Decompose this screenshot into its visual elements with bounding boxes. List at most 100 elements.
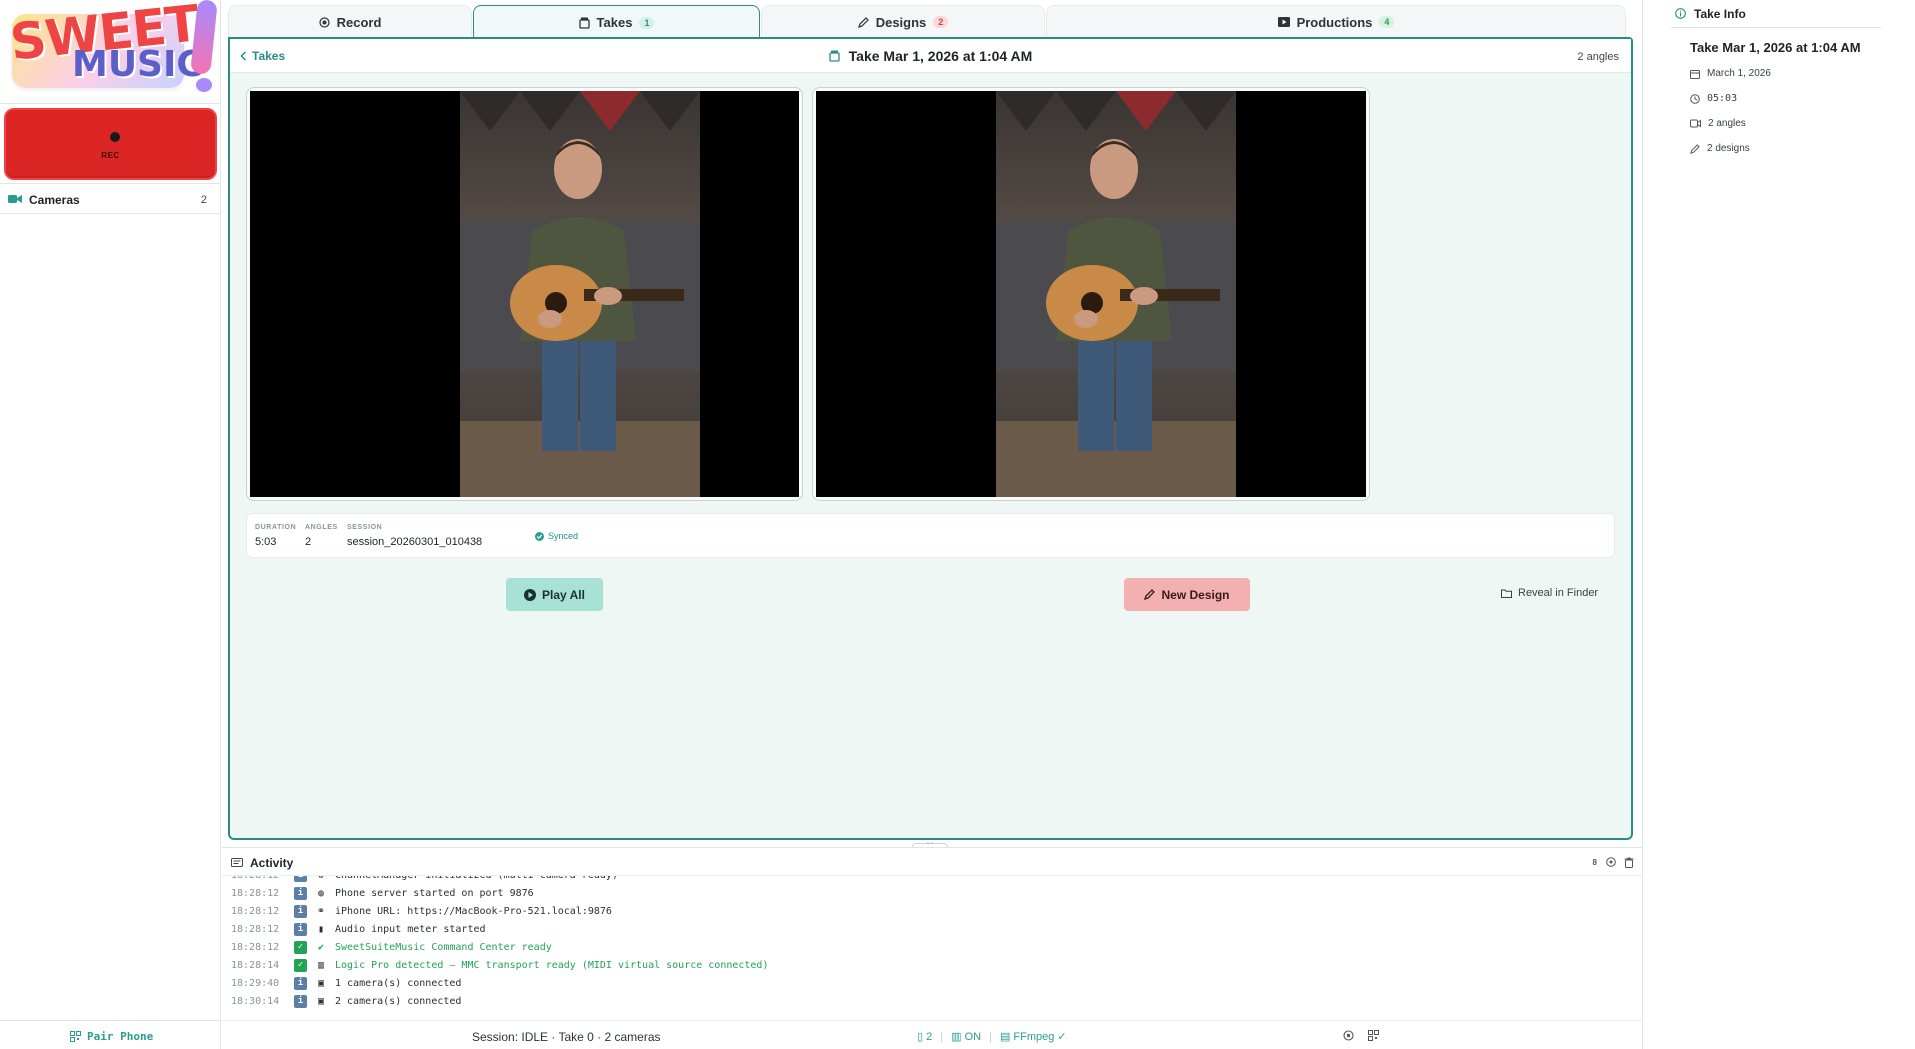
tab-designs-label: Designs — [875, 14, 927, 30]
sync-status: Synced — [535, 531, 578, 541]
session-meta: SESSION session_20260301_010438 — [347, 524, 482, 548]
mic-icon: ▮ — [317, 923, 325, 935]
tab-productions[interactable]: Productions 4 — [1046, 5, 1626, 38]
take-info-header: Take Info — [1671, 0, 1881, 28]
angles-meta: ANGLES 2 — [305, 524, 338, 548]
new-design-button[interactable]: New Design — [1124, 578, 1250, 611]
log-message: ChannelManager initialized (multi-camera… — [335, 876, 618, 881]
tab-takes-label: Takes — [596, 15, 633, 30]
log-row: 18:28:12 ✓ ✔ SweetSuiteMusic Command Center… — [231, 938, 552, 956]
left-sidebar: SWEET MUSIC REC Cameras 2 Pair Phone — [0, 0, 221, 1049]
log-row: 18:28:14 ✓ ▥ Logic Pro detected — MMC trans… — [231, 956, 768, 974]
calendar-icon — [1690, 69, 1700, 79]
check-icon: ✔ — [317, 941, 325, 953]
session-key: SESSION — [347, 524, 383, 531]
info-badge-icon: i — [294, 876, 307, 882]
log-message: 1 camera(s) connected — [335, 977, 462, 989]
take-info-title: Take Mar 1, 2026 at 1:04 AM — [1690, 40, 1861, 55]
record-label: REC — [101, 151, 120, 160]
cameras-count: 2 — [200, 194, 207, 206]
logo-music-text: MUSIC — [72, 44, 203, 85]
video-angle-2[interactable] — [812, 87, 1370, 501]
info-duration-value: 05:03 — [1707, 93, 1738, 104]
play-all-label: Play All — [542, 587, 585, 602]
record-icon — [318, 16, 330, 28]
activity-count: 8 — [1592, 858, 1597, 867]
log-row: 18:28:12 i ◍ Phone server started on port 9… — [231, 884, 534, 902]
info-badge-icon: i — [294, 994, 307, 1008]
info-duration: 05:03 — [1690, 93, 1737, 104]
log-message: Logic Pro detected — MMC transport ready… — [335, 959, 769, 971]
duration-value: 5:03 — [255, 536, 277, 548]
info-designs: 2 designs — [1690, 143, 1750, 154]
reveal-in-finder-link[interactable]: Reveal in Finder — [1501, 587, 1598, 599]
midi-indicator: ▥ ON — [951, 1030, 981, 1043]
session-value: session_20260301_010438 — [347, 536, 483, 548]
take-info-panel: Take Info Take Mar 1, 2026 at 1:04 AM Ma… — [1642, 0, 1915, 1049]
log-time: 18:28:12 — [231, 905, 280, 917]
duration-meta: DURATION 5:03 — [255, 524, 296, 548]
camera-icon: ▣ — [317, 977, 325, 989]
info-date-value: March 1, 2026 — [1707, 68, 1771, 79]
success-badge-icon: ✓ — [294, 958, 307, 972]
filter-icon[interactable] — [1606, 857, 1616, 867]
ffmpeg-status: FFmpeg ✓ — [1013, 1031, 1067, 1043]
pencil-icon — [857, 16, 869, 28]
log-time: 18:30:14 — [231, 995, 280, 1007]
pair-phone-button[interactable]: Pair Phone — [70, 1030, 153, 1043]
log-time: 18:28:12 — [231, 887, 280, 899]
ffmpeg-indicator: ▤ FFmpeg ✓ — [1000, 1030, 1067, 1043]
activity-header: Activity 8 — [222, 848, 1642, 876]
list-icon — [231, 858, 243, 867]
main-tabs: Record Takes 1 Designs 2 Productions 4 — [228, 5, 1626, 39]
folder-icon — [1501, 589, 1512, 598]
divider — [0, 103, 221, 104]
info-designs-value: 2 designs — [1707, 143, 1750, 154]
cameras-section[interactable]: Cameras 2 — [0, 183, 221, 214]
log-time: 18:29:40 — [231, 977, 280, 989]
log-row: 18:28:12 i ⚭ iPhone URL: https://MacBook-Pr… — [231, 902, 612, 920]
status-indicators: ▯ 2 | ▥ ON | ▤ FFmpeg ✓ — [917, 1030, 1067, 1044]
log-time: 18:28:12 — [231, 923, 280, 935]
info-badge-icon: i — [294, 886, 307, 900]
clock-icon — [1690, 93, 1700, 104]
tab-record[interactable]: Record — [228, 5, 472, 38]
record-dot-icon — [110, 132, 120, 142]
sync-status-label: Synced — [548, 531, 579, 541]
link-icon: ⚭ — [316, 905, 326, 917]
camera-icon — [8, 195, 22, 203]
camera-icon: ▣ — [317, 995, 325, 1007]
log-row: 18:30:14 i ▣ 2 camera(s) connected — [231, 992, 461, 1010]
play-all-button[interactable]: Play All — [506, 578, 603, 611]
qr-code-icon — [70, 1031, 81, 1042]
phones-indicator: ▯ 2 — [917, 1030, 932, 1043]
take-title-text: Take Mar 1, 2026 at 1:04 AM — [848, 48, 1033, 64]
log-row: 18:28:12 i ▮ Audio input meter started — [231, 920, 486, 938]
gear-icon[interactable] — [1343, 1030, 1354, 1041]
angles-count-label: 2 angles — [1577, 51, 1619, 63]
status-bar: Session: IDLE · Take 0 · 2 cameras ▯ 2 |… — [222, 1020, 1642, 1049]
video-frame — [816, 91, 1366, 497]
camera-icon — [1690, 119, 1701, 128]
log-time: 18:28:12 — [231, 876, 287, 881]
log-time: 18:28:12 — [231, 941, 280, 953]
record-button[interactable]: REC — [4, 108, 217, 180]
log-time: 18:28:14 — [231, 959, 280, 971]
log-row: 18:29:40 i ▣ 1 camera(s) connected — [231, 974, 461, 992]
takes-icon — [578, 17, 590, 29]
duration-key: DURATION — [255, 524, 297, 531]
gear-icon: ⚙ — [314, 876, 328, 881]
tab-takes-badge: 1 — [639, 16, 655, 29]
midi-status: ON — [964, 1031, 982, 1043]
trash-icon[interactable] — [1624, 857, 1634, 868]
qr-code-icon[interactable] — [1368, 1030, 1379, 1041]
globe-icon: ◍ — [317, 887, 325, 899]
video-still-image — [460, 91, 700, 497]
tab-takes[interactable]: Takes 1 — [473, 5, 760, 39]
tab-designs[interactable]: Designs 2 — [761, 5, 1045, 38]
take-detail-panel: Takes Take Mar 1, 2026 at 1:04 AM 2 angl… — [228, 37, 1633, 840]
logo-exclamation — [190, 0, 220, 92]
log-message: 2 camera(s) connected — [335, 995, 462, 1007]
log-message: iPhone URL: https://MacBook-Pro-521.loca… — [335, 905, 612, 917]
video-angle-1[interactable] — [246, 87, 803, 501]
